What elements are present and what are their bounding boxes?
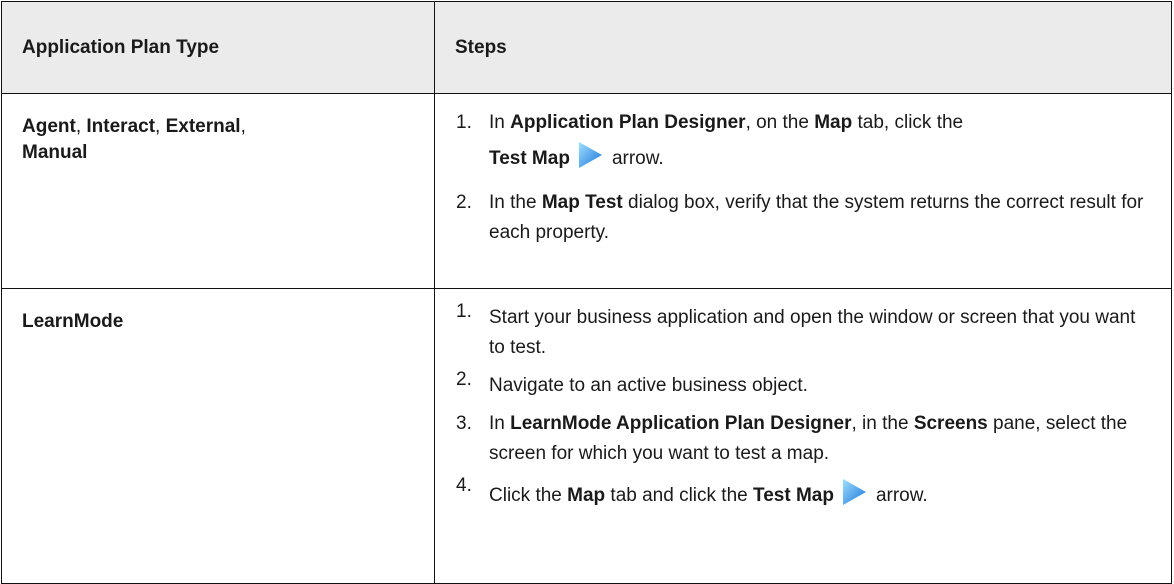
- step-number: 2.: [456, 369, 472, 390]
- step-text: In the: [489, 192, 542, 213]
- step-number: 1.: [456, 112, 472, 133]
- step-bold-text: Map: [814, 112, 853, 133]
- step-text: In: [489, 413, 511, 434]
- step-bold-text: LearnMode Application Plan Designer: [510, 413, 852, 434]
- step-item: 1. In Application Plan Designer, on the …: [455, 108, 1151, 180]
- step-text: tab and click the: [605, 485, 754, 506]
- application-plan-table: Application Plan Type Steps Agent, Inter…: [1, 1, 1172, 584]
- step-number: 3.: [456, 413, 472, 434]
- step-bold-text: Map Test: [541, 192, 623, 213]
- step-item: 2. Navigate to an active business object…: [455, 369, 1151, 401]
- step-text: Start your business application and open…: [489, 307, 1136, 358]
- header-application-plan-type: Application Plan Type: [1, 1, 435, 94]
- step-bold-text: Test Map: [489, 148, 570, 169]
- step-text: , on the: [745, 112, 815, 133]
- header-steps: Steps: [434, 1, 1172, 94]
- step-text: Navigate to an active business object.: [489, 375, 808, 396]
- test-map-line: Test Map arrow.: [489, 138, 1151, 180]
- step-text: In: [489, 112, 511, 133]
- steps-list: 1. Start your business application and o…: [455, 301, 1151, 511]
- step-text: tab, click the: [852, 112, 964, 133]
- table-row: Agent, Interact, External, Manual 1. In A…: [1, 93, 1172, 289]
- plan-type-external: External: [165, 116, 241, 137]
- plan-type-interact: Interact: [86, 116, 156, 137]
- step-text: arrow.: [611, 148, 664, 169]
- play-arrow-icon: [840, 477, 868, 507]
- step-text: , in the: [851, 413, 914, 434]
- step-text: arrow.: [875, 485, 928, 506]
- steps-list: 1. In Application Plan Designer, on the …: [455, 108, 1151, 248]
- step-number: 1.: [456, 301, 472, 322]
- steps-cell: 1. In Application Plan Designer, on the …: [434, 93, 1172, 289]
- step-bold-text: Screens: [913, 413, 988, 434]
- step-bold-text: Map: [567, 485, 606, 506]
- table-row: LearnMode 1. Start your business applica…: [1, 288, 1172, 584]
- step-item: 1. Start your business application and o…: [455, 301, 1151, 363]
- plan-type-agent: Agent: [22, 116, 76, 137]
- step-number: 2.: [456, 192, 472, 213]
- table-header-row: Application Plan Type Steps: [1, 1, 1172, 94]
- play-arrow-icon: [576, 140, 604, 170]
- step-bold-text: Test Map: [753, 485, 834, 506]
- step-number: 4.: [456, 475, 472, 496]
- step-item: 3. In LearnMode Application Plan Designe…: [455, 409, 1151, 469]
- plan-type-cell: Agent, Interact, External, Manual: [1, 93, 435, 289]
- steps-cell: 1. Start your business application and o…: [434, 288, 1172, 584]
- plan-type-cell: LearnMode: [1, 288, 435, 584]
- step-item: 4. Click the Map tab and click the Test …: [455, 475, 1151, 511]
- plan-type-learnmode: LearnMode: [22, 311, 124, 332]
- step-bold-text: Application Plan Designer: [510, 112, 746, 133]
- step-item: 2. In the Map Test dialog box, verify th…: [455, 188, 1151, 248]
- plan-type-manual: Manual: [22, 142, 88, 163]
- step-text: Click the: [489, 485, 568, 506]
